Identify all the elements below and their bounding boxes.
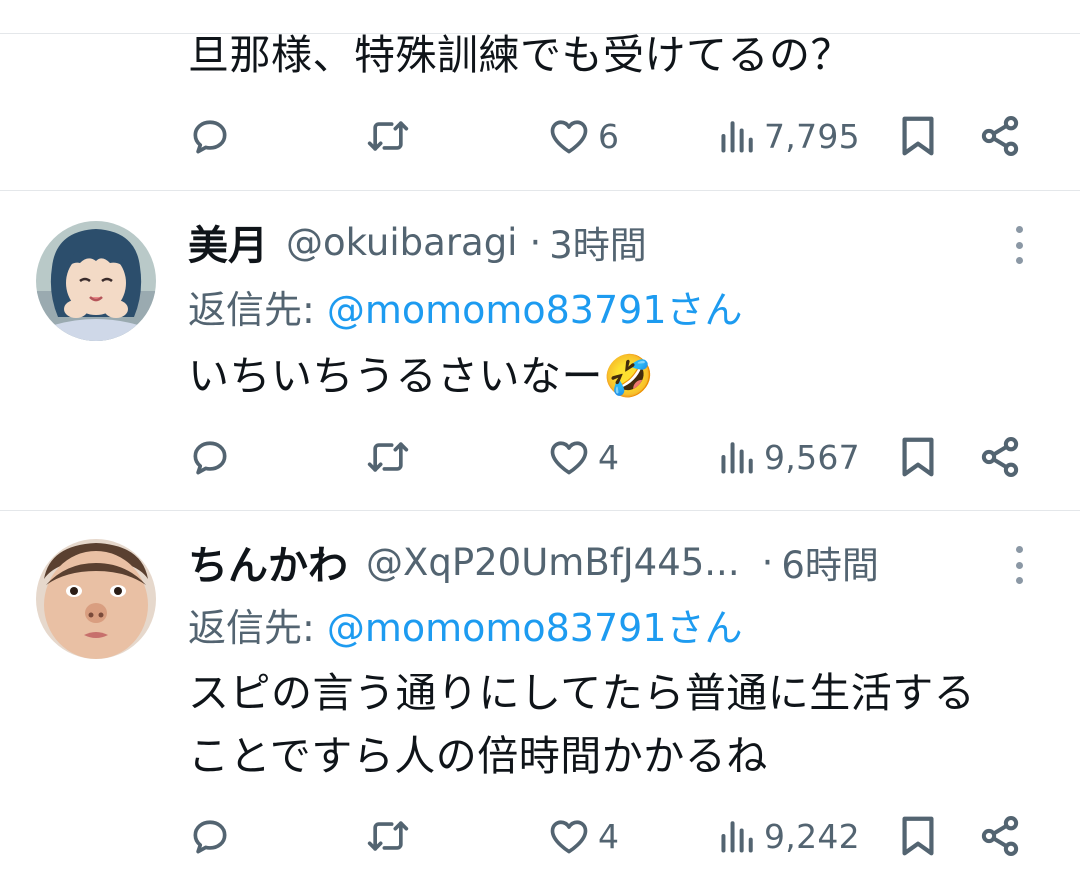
like-button[interactable]: 4: [546, 811, 619, 861]
retweet-button[interactable]: [364, 811, 412, 861]
reply-to-line: 返信先: @momomo83791さん: [188, 280, 743, 332]
avatar[interactable]: [36, 539, 156, 659]
tweet-time[interactable]: 3時間: [549, 215, 647, 269]
reply-icon: [193, 441, 227, 475]
separator-dot: ·: [529, 220, 542, 264]
reply-button[interactable]: [188, 432, 232, 482]
reply-icon: [193, 820, 227, 854]
user-handle[interactable]: @okuibaragi: [286, 221, 517, 264]
bookmark-button[interactable]: [898, 111, 938, 161]
bookmark-button[interactable]: [898, 432, 938, 482]
views-button[interactable]: 7,795: [718, 111, 860, 161]
retweet-icon: [367, 121, 409, 151]
retweet-icon: [367, 821, 409, 851]
views-button[interactable]: 9,567: [718, 432, 860, 482]
avatar[interactable]: [36, 221, 156, 341]
like-icon: [550, 820, 588, 854]
retweet-icon: [367, 442, 409, 472]
more-icon: [1015, 546, 1023, 553]
tweet-text-line: いちいちうるさいなー🤣: [188, 352, 655, 400]
view-count: 7,795: [764, 116, 860, 156]
tweet-text: スピの言う通りにしてたら普通に生活する ことですら人の倍時間かかるね: [188, 662, 975, 788]
share-button[interactable]: [978, 432, 1022, 482]
like-count: 6: [598, 116, 620, 156]
bookmark-button[interactable]: [898, 811, 938, 861]
like-count: 4: [598, 437, 620, 477]
tweet-text-line: 旦那様、特殊訓練でも受けてるの？: [188, 31, 852, 79]
views-button[interactable]: 9,242: [718, 811, 860, 861]
reply-prefix: 返信先:: [188, 287, 315, 332]
avatar-image: [36, 221, 156, 341]
views-icon: [721, 121, 753, 153]
tweet-text-line: スピの言う通りにしてたら普通に生活する: [188, 669, 976, 717]
reply-target-link[interactable]: @momomo83791さん: [327, 597, 743, 652]
user-handle[interactable]: @XqP20UmBfJ445...: [366, 541, 740, 584]
like-icon: [550, 441, 588, 475]
avatar-image: [36, 539, 156, 659]
like-count: 4: [598, 816, 620, 856]
view-count: 9,567: [764, 437, 860, 477]
tweet-time[interactable]: 6時間: [781, 535, 879, 589]
reply-icon: [193, 120, 227, 154]
views-icon: [721, 821, 753, 853]
like-button[interactable]: 4: [546, 432, 619, 482]
divider: [0, 510, 1080, 511]
share-button[interactable]: [978, 811, 1022, 861]
share-icon: [981, 437, 1019, 477]
bookmark-icon: [902, 116, 934, 156]
reply-button[interactable]: [188, 811, 232, 861]
reply-button[interactable]: [188, 111, 232, 161]
retweet-button[interactable]: [364, 111, 412, 161]
tweet-header: ちんかわ @XqP20UmBfJ445... · 6時間: [188, 535, 879, 590]
bookmark-icon: [902, 816, 934, 856]
share-icon: [981, 116, 1019, 156]
tweet-text: いちいちうるさいなー🤣: [188, 345, 655, 408]
tweet-text: 旦那様、特殊訓練でも受けてるの？: [188, 24, 852, 87]
views-icon: [721, 442, 753, 474]
more-icon: [1015, 226, 1023, 233]
like-button[interactable]: 6: [546, 111, 619, 161]
more-button[interactable]: [1006, 222, 1032, 268]
retweet-button[interactable]: [364, 432, 412, 482]
separator-dot: ·: [761, 540, 774, 584]
reply-to-line: 返信先: @momomo83791さん: [188, 598, 743, 650]
bookmark-icon: [902, 437, 934, 477]
reply-prefix: 返信先:: [188, 605, 315, 650]
reply-target-link[interactable]: @momomo83791さん: [327, 279, 743, 334]
divider: [0, 190, 1080, 191]
tweet-header: 美月 @okuibaragi · 3時間: [188, 215, 647, 270]
more-button[interactable]: [1006, 542, 1032, 588]
share-button[interactable]: [978, 111, 1022, 161]
like-icon: [550, 120, 588, 154]
share-icon: [981, 816, 1019, 856]
display-name[interactable]: 美月: [188, 213, 268, 271]
view-count: 9,242: [764, 816, 860, 856]
tweet-text-line: ことですら人の倍時間かかるね: [188, 732, 768, 780]
display-name[interactable]: ちんかわ: [188, 533, 348, 591]
